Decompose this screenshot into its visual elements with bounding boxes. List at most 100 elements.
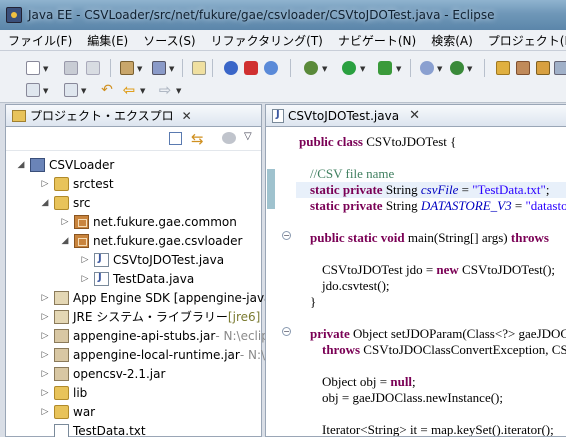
folder-icon — [54, 404, 69, 419]
tree-item[interactable]: ◢ src — [40, 193, 91, 212]
toggle-icon[interactable] — [190, 59, 208, 77]
tree-item[interactable]: ▷ CSVtoJDOTest.java — [80, 250, 224, 269]
external-tools-dropdown-icon[interactable]: ▼ — [396, 65, 401, 73]
code-line: static private String csvFile = "TestDat… — [296, 182, 566, 198]
tree-item[interactable]: ▷ srctest — [40, 174, 114, 193]
expand-arrow-icon[interactable]: ▷ — [40, 312, 50, 322]
tree-item[interactable]: ▷ opencsv-2.1.jar — [40, 364, 165, 383]
database-icon[interactable] — [150, 59, 168, 77]
collapse-arrow-icon[interactable]: ◢ — [16, 160, 26, 170]
fold-toggle-icon[interactable]: − — [282, 231, 291, 240]
run-dropdown-icon[interactable]: ▼ — [360, 65, 365, 73]
menu-project[interactable]: プロジェクト(P) — [488, 32, 566, 49]
tree-item[interactable]: ▷ App Engine SDK [appengine-java-s — [40, 288, 282, 307]
back-dropdown-icon[interactable]: ▼ — [140, 87, 145, 95]
expand-arrow-icon[interactable]: ▷ — [40, 350, 50, 360]
java-file-icon — [94, 252, 109, 267]
code-area[interactable]: public class CSVtoJDOTest { //CSV file n… — [296, 128, 566, 436]
tree-item[interactable]: TestData.txt — [40, 421, 146, 437]
tree-item[interactable]: ▷ lib — [40, 383, 87, 402]
next-annotation-dropdown-icon[interactable]: ▼ — [43, 87, 48, 95]
google-icon[interactable] — [222, 59, 240, 77]
new-dropdown-icon[interactable]: ▼ — [43, 65, 48, 73]
next-annotation-icon[interactable] — [24, 81, 42, 99]
collapse-arrow-icon[interactable]: ◢ — [60, 236, 70, 246]
code-line: public static void main(String[] args) t… — [310, 230, 549, 245]
forward-icon[interactable]: ⇨ — [156, 81, 174, 99]
menu-source[interactable]: ソース(S) — [143, 32, 195, 49]
expand-arrow-icon[interactable]: ▷ — [40, 331, 50, 341]
server-icon[interactable] — [118, 59, 136, 77]
tree-item[interactable]: ▷ TestData.java — [80, 269, 194, 288]
run-icon[interactable] — [340, 59, 358, 77]
open-type-icon[interactable] — [494, 59, 512, 77]
link-with-editor-icon[interactable]: ⇆ — [191, 130, 204, 148]
database-dropdown-icon[interactable]: ▼ — [169, 65, 174, 73]
view-menu-icon[interactable] — [222, 132, 236, 144]
code-line: public class CSVtoJDOTest { — [299, 134, 457, 149]
perspective-icon[interactable] — [552, 59, 566, 77]
tree-item[interactable]: ▷ net.fukure.gae.common — [60, 212, 237, 231]
expand-arrow-icon[interactable]: ▷ — [40, 179, 50, 189]
code-editor: CSVtoJDOTest.java ✕ − − public class CSV… — [265, 104, 566, 437]
explorer-view-toolbar: ⇆ ▽ — [6, 127, 261, 151]
code-line: jdo.csvtest(); — [322, 278, 390, 293]
expand-arrow-icon[interactable]: ▷ — [80, 274, 90, 284]
search-icon[interactable] — [534, 59, 552, 77]
external-tools-icon[interactable] — [376, 59, 394, 77]
source-folder-icon — [54, 195, 69, 210]
expand-arrow-icon[interactable]: ▷ — [80, 255, 90, 265]
menu-navigate[interactable]: ナビゲート(N) — [338, 32, 416, 49]
expand-arrow-icon[interactable]: ▷ — [40, 369, 50, 379]
code-line: Iterator<String> it = map.keySet().itera… — [322, 422, 554, 436]
debug-dropdown-icon[interactable]: ▼ — [322, 65, 327, 73]
new-java-project-icon[interactable] — [418, 59, 436, 77]
eclipse-icon — [6, 7, 22, 23]
code-line: obj = gaeJDOClass.newInstance(); — [322, 390, 503, 405]
project-explorer-tab[interactable]: プロジェクト・エクスプロ ✕ — [6, 105, 261, 127]
fold-toggle-icon[interactable]: − — [282, 327, 291, 336]
collapse-all-icon[interactable] — [169, 132, 182, 145]
expand-arrow-icon[interactable]: ▷ — [60, 217, 70, 227]
back-icon[interactable]: ⇦ — [120, 81, 138, 99]
open-resource-icon[interactable] — [514, 59, 532, 77]
project-explorer-tab-label: プロジェクト・エクスプロ — [30, 109, 174, 123]
expand-arrow-icon[interactable]: ▷ — [40, 388, 50, 398]
server-dropdown-icon[interactable]: ▼ — [137, 65, 142, 73]
tree-item[interactable]: ▷ war — [40, 402, 95, 421]
appengine-deploy-icon[interactable] — [262, 59, 280, 77]
new-project-dropdown-icon[interactable]: ▼ — [437, 65, 442, 73]
forward-dropdown-icon[interactable]: ▼ — [176, 87, 181, 95]
prev-annotation-dropdown-icon[interactable]: ▼ — [81, 87, 86, 95]
debug-icon[interactable] — [302, 59, 320, 77]
new-class-dropdown-icon[interactable]: ▼ — [467, 65, 472, 73]
menu-refactor[interactable]: リファクタリング(T) — [211, 32, 323, 49]
last-edit-icon[interactable]: ↶ — [98, 81, 116, 99]
chevron-down-icon[interactable]: ▽ — [244, 131, 252, 142]
print-icon[interactable] — [84, 59, 102, 77]
text-file-icon — [54, 423, 69, 437]
menu-bar: ファイル(F) 編集(E) ソース(S) リファクタリング(T) ナビゲート(N… — [0, 30, 566, 51]
close-icon[interactable]: ✕ — [409, 108, 420, 123]
menu-search[interactable]: 検索(A) — [431, 32, 473, 49]
tree-item[interactable]: ▷ JRE システム・ライブラリー [jre6] — [40, 307, 260, 326]
tree-item[interactable]: ▷ appengine-api-stubs.jar - N:\eclips — [40, 326, 275, 345]
new-class-icon[interactable] — [448, 59, 466, 77]
collapse-arrow-icon[interactable]: ◢ — [40, 198, 50, 208]
source-folder-icon — [54, 176, 69, 191]
menu-edit[interactable]: 編集(E) — [87, 32, 128, 49]
expand-arrow-icon[interactable]: ▷ — [40, 293, 50, 303]
expand-arrow-icon[interactable]: ▷ — [40, 407, 50, 417]
new-icon[interactable] — [24, 59, 42, 77]
tree-item[interactable]: ◢ CSVLoader — [16, 155, 114, 174]
code-line: CSVtoJDOTest jdo = new CSVtoJDOTest(); — [322, 262, 556, 277]
java-file-icon — [94, 271, 109, 286]
gwt-icon[interactable] — [242, 59, 260, 77]
editor-tab[interactable]: CSVtoJDOTest.java ✕ — [266, 105, 566, 127]
menu-file[interactable]: ファイル(F) — [8, 32, 72, 49]
prev-annotation-icon[interactable] — [62, 81, 80, 99]
tree-item[interactable]: ▷ appengine-local-runtime.jar - N:\e — [40, 345, 272, 364]
close-icon[interactable]: ✕ — [182, 109, 192, 123]
save-icon[interactable] — [62, 59, 80, 77]
tree-item[interactable]: ◢ net.fukure.gae.csvloader — [60, 231, 242, 250]
